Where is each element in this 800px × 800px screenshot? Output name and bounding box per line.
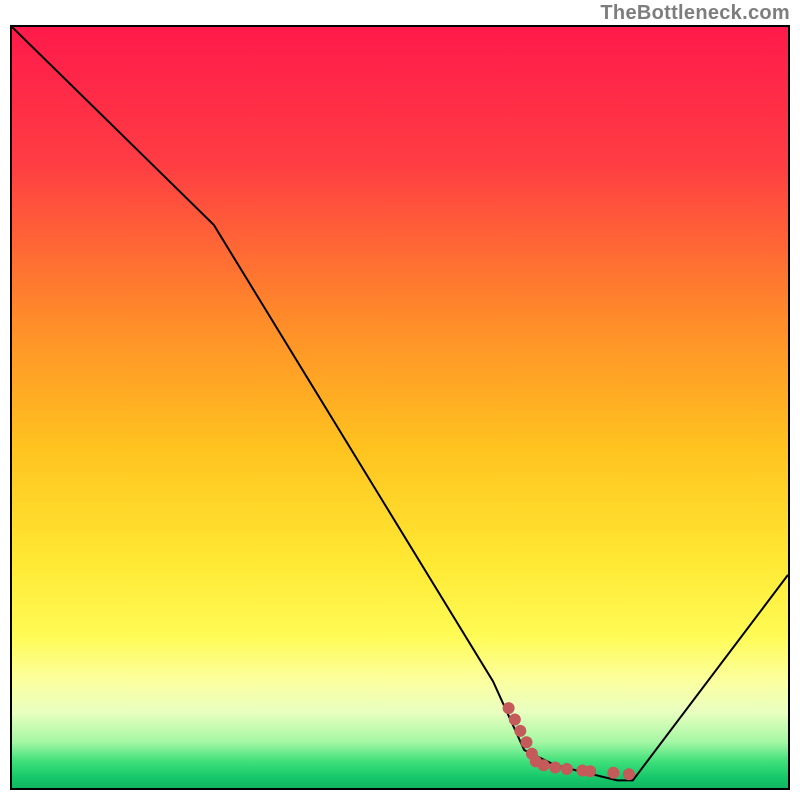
data-marker [623,768,635,780]
data-marker [514,725,526,737]
chart-frame [10,25,790,790]
data-marker [509,714,521,726]
data-marker [503,702,515,714]
watermark-text: TheBottleneck.com [600,2,790,25]
chart-canvas [12,27,788,788]
data-marker [607,767,619,779]
data-marker [521,736,533,748]
data-marker [561,763,573,775]
data-marker [549,762,561,774]
data-marker [538,759,550,771]
data-marker [584,765,596,777]
